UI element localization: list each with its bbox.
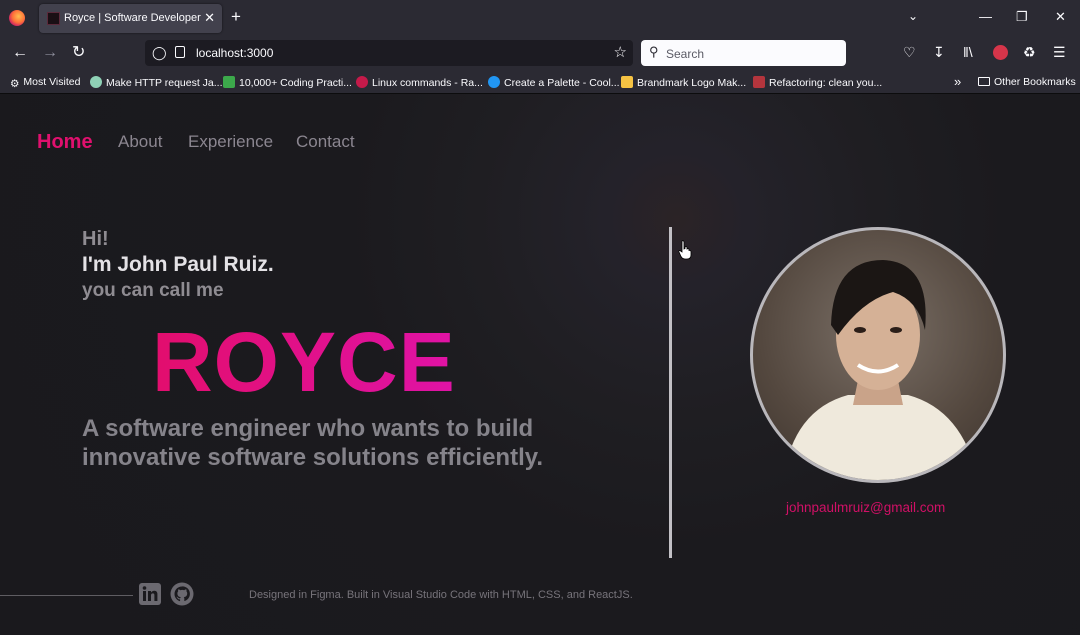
intro-name: I'm John Paul Ruiz. bbox=[82, 253, 274, 276]
globe-icon bbox=[90, 76, 102, 88]
tracking-shield-icon[interactable]: ◯ bbox=[152, 45, 167, 61]
portrait-image bbox=[783, 260, 978, 480]
palette-icon bbox=[488, 76, 500, 88]
portfolio-page: Home About Experience Contact Hi! I'm Jo… bbox=[0, 94, 1080, 635]
footer-line bbox=[0, 595, 133, 596]
extension-icon[interactable] bbox=[993, 45, 1008, 60]
tab-bar: Royce | Software Developer ✕ + ⌄ — ❐ ✕ bbox=[0, 0, 1080, 36]
close-tab-icon[interactable]: ✕ bbox=[204, 10, 215, 26]
nav-contact[interactable]: Contact bbox=[296, 132, 355, 152]
gear-icon: ⚙ bbox=[10, 78, 20, 90]
folder-icon bbox=[978, 77, 990, 86]
bookmark-item[interactable]: Create a Palette - Cool... bbox=[488, 76, 620, 89]
library-icon[interactable]: ‖\ bbox=[963, 44, 973, 60]
search-input[interactable]: ⚲ Search bbox=[641, 40, 846, 66]
maximize-button[interactable]: ❐ bbox=[1016, 9, 1028, 25]
back-icon[interactable]: ← bbox=[12, 45, 28, 61]
bookmark-item[interactable]: 10,000+ Coding Practi... bbox=[223, 76, 352, 89]
minimize-button[interactable]: — bbox=[979, 9, 992, 24]
nickname-heading: ROYCE bbox=[152, 312, 456, 412]
bookmark-most-visited[interactable]: ⚙ Most Visited bbox=[10, 76, 80, 90]
footer-credit: Designed in Figma. Built in Visual Studi… bbox=[249, 589, 633, 601]
url-text[interactable]: localhost:3000 bbox=[196, 46, 273, 60]
divider bbox=[669, 227, 672, 558]
search-icon: ⚲ bbox=[649, 44, 659, 59]
bookmark-item[interactable]: Make HTTP request Ja... bbox=[90, 76, 223, 89]
close-window-button[interactable]: ✕ bbox=[1055, 9, 1066, 25]
greeting: Hi! bbox=[82, 228, 109, 250]
profile-photo bbox=[750, 227, 1006, 483]
nav-experience[interactable]: Experience bbox=[188, 132, 273, 152]
email-link[interactable]: johnpaulmruiz@gmail.com bbox=[786, 500, 945, 515]
list-all-tabs-icon[interactable]: ⌄ bbox=[908, 9, 918, 23]
reload-icon[interactable]: ↻ bbox=[72, 45, 85, 61]
navigation-toolbar: ← → ↻ ◯ localhost:3000 ☆ ⚲ Search ♡ ↧ ‖\… bbox=[0, 36, 1080, 70]
firefox-icon[interactable] bbox=[9, 10, 25, 26]
bookmark-item[interactable]: Linux commands - Ra... bbox=[356, 76, 483, 89]
forward-icon[interactable]: → bbox=[42, 45, 58, 61]
raspberry-icon bbox=[356, 76, 368, 88]
nav-about[interactable]: About bbox=[118, 132, 162, 152]
menu-icon[interactable]: ☰ bbox=[1053, 44, 1066, 60]
code-icon bbox=[223, 76, 235, 88]
tab-title: Royce | Software Developer bbox=[64, 12, 201, 24]
more-bookmarks-icon[interactable]: » bbox=[954, 74, 961, 89]
site-favicon-icon bbox=[47, 12, 60, 25]
bookmark-item[interactable]: Brandmark Logo Mak... bbox=[621, 76, 746, 89]
tagline: A software engineer who wants to build i… bbox=[82, 415, 543, 471]
other-bookmarks[interactable]: Other Bookmarks bbox=[978, 76, 1076, 88]
nav-home[interactable]: Home bbox=[37, 131, 93, 154]
hand-cursor-icon bbox=[678, 240, 692, 260]
extensions-puzzle-icon[interactable]: ♻ bbox=[1023, 44, 1036, 60]
brandmark-icon bbox=[621, 76, 633, 88]
bookmark-item[interactable]: Refactoring: clean you... bbox=[753, 76, 882, 89]
page-info-icon[interactable] bbox=[175, 46, 185, 58]
bookmarks-toolbar: ⚙ Most Visited Make HTTP request Ja... 10… bbox=[0, 70, 1080, 94]
refactor-icon bbox=[753, 76, 765, 88]
downloads-icon[interactable]: ↧ bbox=[933, 44, 945, 60]
bookmark-star-icon[interactable]: ☆ bbox=[614, 43, 627, 61]
url-bar[interactable]: ◯ localhost:3000 ☆ bbox=[145, 40, 633, 66]
call-me-text: you can call me bbox=[82, 280, 224, 301]
browser-tab[interactable]: Royce | Software Developer ✕ bbox=[39, 4, 222, 33]
search-placeholder: Search bbox=[666, 47, 705, 61]
linkedin-icon[interactable] bbox=[138, 582, 162, 606]
browser-chrome: Royce | Software Developer ✕ + ⌄ — ❐ ✕ ←… bbox=[0, 0, 1080, 94]
pocket-icon[interactable]: ♡ bbox=[903, 44, 916, 60]
github-icon[interactable] bbox=[170, 582, 194, 606]
new-tab-button[interactable]: + bbox=[231, 8, 241, 26]
